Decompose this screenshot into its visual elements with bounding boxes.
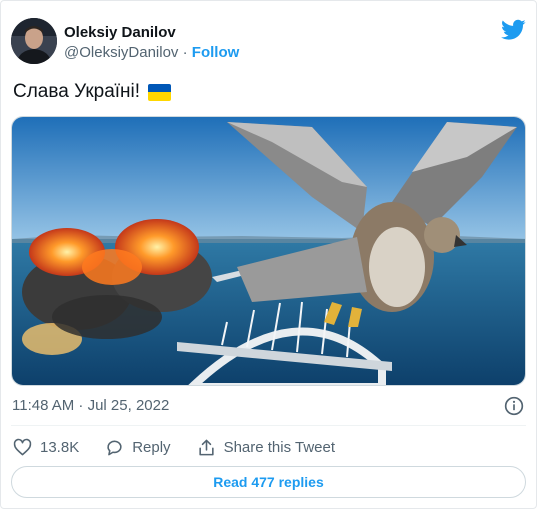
reply-bubble-icon — [107, 440, 122, 455]
reply-label: Reply — [132, 438, 171, 456]
share-button[interactable]: Share this Tweet — [197, 438, 335, 457]
author-name[interactable]: Oleksiy Danilov — [64, 24, 176, 41]
follow-button[interactable]: Follow — [192, 44, 240, 61]
like-button[interactable]: 13.8K — [13, 438, 79, 457]
reply-button[interactable]: Reply — [105, 438, 171, 457]
ukraine-flag-icon — [148, 83, 172, 101]
share-label: Share this Tweet — [223, 438, 336, 456]
tweet-card: Oleksiy Danilov @OleksiyDanilov · Follow… — [0, 0, 537, 509]
tweet-text-row: Слава Україні! — [13, 81, 172, 103]
author-handle[interactable]: @OleksiyDanilov — [64, 44, 178, 61]
author-handle-row: @OleksiyDanilov · Follow — [64, 44, 239, 61]
read-replies-button[interactable]: Read 477 replies — [11, 466, 526, 498]
separator: · — [182, 44, 188, 61]
tweet-timestamp[interactable]: 11:48 AM · Jul 25, 2022 — [12, 397, 169, 414]
divider — [11, 425, 526, 426]
tweet-actions: 13.8K Reply Share this Tweet — [13, 437, 361, 457]
tweet-text: Слава Україні! — [13, 81, 141, 102]
twitter-bird-icon[interactable] — [501, 19, 526, 41]
like-count: 13.8K — [40, 438, 80, 456]
tweet-image[interactable] — [11, 116, 526, 386]
info-icon[interactable] — [504, 396, 524, 416]
heart-icon — [13, 438, 32, 455]
avatar[interactable] — [11, 18, 57, 64]
share-icon — [198, 439, 214, 455]
